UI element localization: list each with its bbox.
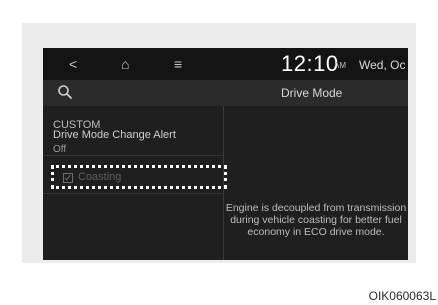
back-icon[interactable]: <	[69, 52, 77, 76]
infotainment-screen: < ⌂ ≡ 12:10 AM Wed, Oc Drive Mode CUSTOM…	[43, 48, 408, 260]
page-title: Drive Mode	[281, 86, 343, 100]
coasting-label: Coasting	[78, 171, 122, 183]
home-icon[interactable]: ⌂	[121, 52, 129, 76]
figure-code: OIK060063L	[368, 289, 436, 303]
description-text: Engine is decoupled from transmission du…	[225, 202, 407, 238]
coasting-item[interactable]: Coasting	[51, 165, 227, 189]
clock-ampm: AM	[334, 61, 346, 70]
search-icon[interactable]	[57, 84, 73, 100]
status-bar: < ⌂ ≡ 12:10 AM Wed, Oc	[43, 48, 408, 80]
date: Wed, Oc	[359, 58, 406, 72]
list-item-label: Drive Mode Change Alert	[53, 129, 176, 141]
divider	[43, 193, 223, 194]
divider	[43, 155, 223, 156]
title-bar: Drive Mode	[43, 80, 408, 106]
clock: 12:10	[281, 51, 339, 76]
list-item-value: Off	[53, 144, 67, 155]
menu-icon[interactable]: ≡	[174, 52, 182, 76]
coasting-checkbox[interactable]	[63, 173, 73, 183]
